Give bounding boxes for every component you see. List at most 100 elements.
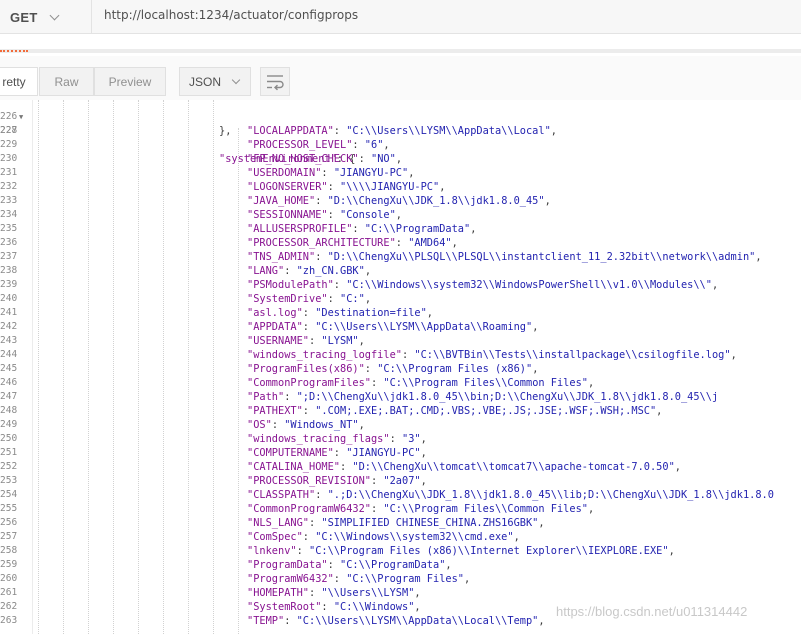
code-line: 239 "PSModulePath": "C:\\Windows\\system3…	[0, 278, 801, 292]
line-number: 239	[0, 279, 18, 290]
json-colon: :	[352, 139, 365, 151]
line-number: 263	[0, 615, 18, 626]
json-comma: ,	[538, 517, 545, 529]
fold-arrow-icon[interactable]: ▼	[19, 110, 23, 124]
json-comma: ,	[730, 349, 737, 361]
json-key: "COMPUTERNAME"	[247, 447, 334, 459]
line-number: 232	[0, 181, 18, 192]
json-key: "SystemRoot"	[247, 601, 322, 613]
code-text: "lnkenv": "C:\\Program Files (x86)\\Inte…	[247, 544, 675, 558]
loading-indicator	[0, 50, 28, 52]
json-colon: :	[327, 293, 340, 305]
json-comma: ,	[656, 405, 663, 417]
code-text: "SystemRoot": "C:\\Windows",	[247, 600, 421, 614]
json-colon: :	[309, 517, 322, 529]
json-colon: :	[401, 349, 415, 361]
code-line: 227 ▼ "systemEnvironment": {	[0, 110, 801, 165]
line-number: 244	[0, 349, 18, 360]
code-line: 257 "ComSpec": "C:\\Windows\\system32\\cm…	[0, 530, 801, 544]
json-value: "C:\\Program Files\\Common Files"	[383, 503, 588, 515]
json-value: "C:\\Users\\LYSM\\AppData\\Local\\Temp"	[296, 615, 539, 627]
wrap-lines-button[interactable]	[260, 67, 290, 96]
line-number: 230	[0, 153, 18, 164]
json-comma: ,	[587, 377, 595, 389]
code-text: "PATHEXT": ".COM;.EXE;.BAT;.CMD;.VBS;.VB…	[247, 404, 662, 418]
code-text: "CommonProgramW6432": "C:\\Program Files…	[247, 502, 594, 516]
code-line: 246 "CommonProgramFiles": "C:\\Program Fi…	[0, 376, 801, 390]
json-value: "\\Users\\LYSM"	[321, 587, 415, 599]
json-value: "AMD64"	[408, 237, 452, 249]
json-colon: :	[321, 601, 334, 613]
line-number: 241	[0, 307, 18, 318]
json-colon: :	[333, 573, 347, 585]
json-key: "CLASSPATH"	[247, 489, 316, 501]
json-value: "C:\\ProgramData"	[364, 223, 471, 235]
json-comma: ,	[451, 237, 458, 249]
json-comma: ,	[550, 125, 557, 137]
code-text: "ProgramFiles(x86)": "C:\\Program Files …	[247, 362, 538, 376]
code-line: 259 "ProgramData": "C:\\ProgramData",	[0, 558, 801, 572]
code-text: "USERNAME": "LYSM",	[247, 334, 365, 348]
response-body[interactable]: 226 }, 227 ▼ "systemEnvironment": { 228 "…	[0, 100, 801, 634]
json-comma: ,	[513, 531, 520, 543]
code-line: 236 "PROCESSOR_ARCHITECTURE": "AMD64",	[0, 236, 801, 250]
json-key: "SystemDrive"	[247, 293, 328, 305]
json-comma: ,	[408, 167, 415, 179]
json-value: "2a07"	[383, 475, 421, 487]
line-number: 260	[0, 573, 18, 584]
code-text: "FP_NO_HOST_CHECK": "NO",	[247, 152, 402, 166]
json-value: "JIANGYU-PC"	[346, 447, 421, 459]
code-line: 255 "CommonProgramW6432": "C:\\Program Fi…	[0, 502, 801, 516]
format-select[interactable]: JSON	[179, 67, 251, 96]
json-value: "SIMPLIFIED CHINESE_CHINA.ZHS16GBK"	[321, 517, 539, 529]
json-colon: :	[284, 265, 297, 277]
json-value: ".;D:\\ChengXu\\JDK_1.8\\jdk1.8.0_45\\li…	[327, 489, 774, 501]
json-key: "PROCESSOR_REVISION"	[247, 475, 371, 487]
line-number: 233	[0, 195, 18, 206]
line-number: 228	[0, 125, 18, 136]
code-text: "LOGONSERVER": "\\\\JIANGYU-PC",	[247, 180, 445, 194]
code-line: 234 "SESSIONNAME": "Console",	[0, 208, 801, 222]
tab-preview[interactable]: Preview	[94, 67, 166, 96]
json-colon: :	[333, 447, 347, 459]
code-text: "LANG": "zh_CN.GBK",	[247, 264, 371, 278]
tab-pretty[interactable]: retty	[0, 67, 38, 96]
json-comma: ,	[587, 503, 595, 515]
json-colon: :	[284, 391, 297, 403]
method-select[interactable]: GET	[0, 0, 92, 34]
json-key: "TEMP"	[247, 615, 285, 627]
json-key: "TNS_ADMIN"	[247, 251, 316, 263]
json-value: "C:\\Program Files"	[346, 573, 464, 585]
json-comma: ,	[464, 573, 471, 585]
tab-raw[interactable]: Raw	[39, 67, 94, 96]
code-text: "SystemDrive": "C:",	[247, 292, 371, 306]
code-text: "CLASSPATH": ".;D:\\ChengXu\\JDK_1.8\\jd…	[247, 488, 774, 502]
json-comma: ,	[395, 209, 402, 221]
code-text: "ComSpec": "C:\\Windows\\system32\\cmd.e…	[247, 530, 520, 544]
json-comma: ,	[395, 153, 403, 165]
json-value: "C:\\Users\\LYSM\\AppData\\Roaming"	[315, 321, 533, 333]
json-key: "OS"	[247, 419, 272, 431]
line-number: 249	[0, 419, 18, 430]
code-text: "ProgramData": "C:\\ProgramData",	[247, 558, 452, 572]
json-value: "C:\\ProgramData"	[340, 559, 446, 571]
code-text: "HOMEPATH": "\\Users\\LYSM",	[247, 586, 421, 600]
json-value: "JIANGYU-PC"	[333, 167, 409, 179]
url-input[interactable]: http://localhost:1234/actuator/configpro…	[104, 0, 358, 34]
line-number: 250	[0, 433, 18, 444]
code-line: 254 "CLASSPATH": ".;D:\\ChengXu\\JDK_1.8\…	[0, 488, 801, 502]
json-key: "USERNAME"	[247, 335, 309, 347]
json-comma: ,	[420, 447, 427, 459]
code-line: 243 "USERNAME": "LYSM",	[0, 334, 801, 348]
json-key: "APPDATA"	[247, 321, 303, 333]
line-number: 251	[0, 447, 18, 458]
method-label: GET	[10, 9, 38, 25]
code-line: 256 "NLS_LANG": "SIMPLIFIED CHINESE_CHINA…	[0, 516, 801, 530]
code-text: "PROCESSOR_LEVEL": "6",	[247, 138, 390, 152]
json-value: "C:\\BVTBin\\Tests\\installpackage\\csil…	[414, 349, 731, 361]
json-value: "C:\\Program Files\\Common Files"	[383, 377, 588, 389]
json-value: "C:\\Program Files (x86)"	[377, 363, 533, 375]
code-text: "windows_tracing_logfile": "C:\\BVTBin\\…	[247, 348, 737, 362]
json-key: "PSModulePath"	[247, 279, 334, 291]
line-number: 252	[0, 461, 18, 472]
